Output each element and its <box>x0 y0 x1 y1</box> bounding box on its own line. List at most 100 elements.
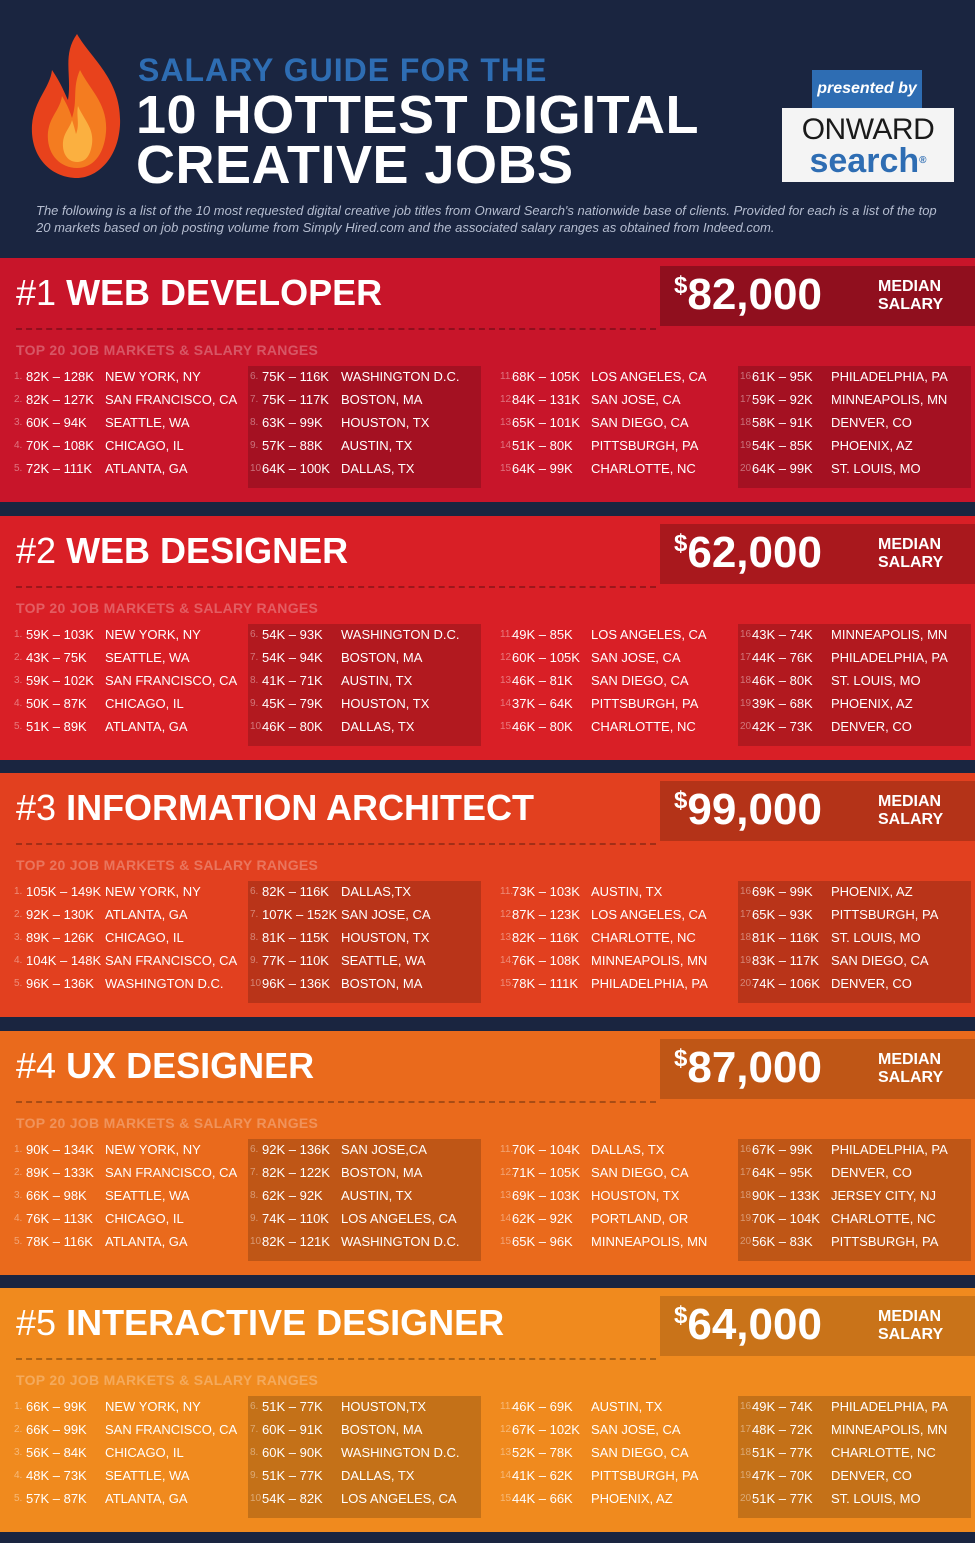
divider <box>16 1101 656 1103</box>
onward-search-logo[interactable]: ONWARD search® <box>782 108 954 182</box>
market-rank: 6. <box>250 629 259 640</box>
market-city: LOS ANGELES, CA <box>591 369 707 384</box>
job-title: #4 UX DESIGNER <box>16 1045 314 1087</box>
market-city: CHICAGO, IL <box>105 696 184 711</box>
salary-label: SALARY <box>878 554 944 571</box>
markets-column: 11. 46K – 69K AUSTIN, TX 12. 67K – 102K SAN J… <box>498 1396 731 1518</box>
salary-range: 42K – 73K <box>752 719 813 734</box>
market-city: PHILADELPHIA, PA <box>591 976 708 991</box>
median-salary-value: 82,000 <box>687 270 822 319</box>
markets-column: 1. 105K – 149K NEW YORK, NY 2. 92K – 130K ATL… <box>12 881 245 1003</box>
market-rank: 8. <box>250 1447 259 1458</box>
job-title: #2 WEB DESIGNER <box>16 530 348 572</box>
market-city: AUSTIN, TX <box>591 884 663 899</box>
title-line-2: CREATIVE JOBS <box>136 135 574 195</box>
markets-column: 6. 92K – 136K SAN JOSE,CA 7. 82K – 122K BOSTO… <box>248 1139 481 1261</box>
market-city: AUSTIN, TX <box>591 1399 663 1414</box>
salary-range: 70K – 104K <box>512 1142 580 1157</box>
salary-range: 87K – 123K <box>512 907 580 922</box>
market-city: PITTSBURGH, PA <box>591 438 699 453</box>
salary-range: 56K – 84K <box>26 1445 87 1460</box>
market-city: SAN JOSE, CA <box>591 650 681 665</box>
market-rank: 8. <box>250 1190 259 1201</box>
market-city: ATLANTA, GA <box>105 461 188 476</box>
market-rank: 2. <box>14 1424 23 1435</box>
market-city: SAN FRANCISCO, CA <box>105 673 238 688</box>
salary-range: 78K – 116K <box>26 1234 93 1249</box>
salary-range: 96K – 136K <box>262 976 330 991</box>
market-city: SAN JOSE, CA <box>341 907 431 922</box>
market-city: MINNEAPOLIS, MN <box>831 627 948 642</box>
market-city: HOUSTON, TX <box>591 1188 680 1203</box>
salary-range: 81K – 115K <box>262 930 329 945</box>
salary-range: 46K – 69K <box>512 1399 573 1414</box>
market-city: SAN FRANCISCO, CA <box>105 953 238 968</box>
salary-range: 46K – 81K <box>512 673 573 688</box>
salary-range: 82K – 122K <box>262 1165 330 1180</box>
markets-column: 16. 69K – 99K PHOENIX, AZ 17. 65K – 93K PITTS… <box>738 881 971 1003</box>
market-city: ATLANTA, GA <box>105 907 188 922</box>
markets-column: 11. 73K – 103K AUSTIN, TX 12. 87K – 123K LOS … <box>498 881 731 1003</box>
salary-range: 67K – 99K <box>752 1142 813 1157</box>
logo-word-1: ONWARD <box>801 113 935 146</box>
divider <box>16 586 656 588</box>
market-city: LOS ANGELES, CA <box>591 907 707 922</box>
market-city: CHARLOTTE, NC <box>591 930 696 945</box>
salary-range: 74K – 106K <box>752 976 820 991</box>
market-city: SAN DIEGO, CA <box>831 953 929 968</box>
median-label: MEDIAN <box>878 278 942 295</box>
divider <box>16 843 656 845</box>
salary-range: 67K – 102K <box>512 1422 580 1437</box>
job-section: #1 WEB DEVELOPER $82,000 MEDIAN SALARY TOP 2… <box>0 258 975 502</box>
market-rank: 3. <box>14 675 23 686</box>
salary-range: 59K – 103K <box>26 627 94 642</box>
logo-word-2: search® <box>809 142 927 180</box>
salary-range: 70K – 104K <box>752 1211 820 1226</box>
market-city: NEW YORK, NY <box>105 1399 201 1414</box>
market-city: DALLAS, TX <box>591 1142 665 1157</box>
salary-range: 41K – 71K <box>262 673 323 688</box>
salary-range: 58K – 91K <box>752 415 813 430</box>
job-rank: #5 <box>16 1302 57 1343</box>
market-city: HOUSTON, TX <box>341 930 430 945</box>
salary-range: 54K – 93K <box>262 627 323 642</box>
market-city: MINNEAPOLIS, MN <box>591 1234 708 1249</box>
market-rank: 3. <box>14 1447 23 1458</box>
market-city: LOS ANGELES, CA <box>591 627 707 642</box>
header: SALARY GUIDE FOR THE 10 HOTTEST DIGITAL … <box>0 0 975 258</box>
market-city: BOSTON, MA <box>341 1165 423 1180</box>
salary-range: 48K – 72K <box>752 1422 813 1437</box>
salary-range: 64K – 99K <box>512 461 573 476</box>
market-rank: 5. <box>14 463 23 474</box>
market-city: SAN FRANCISCO, CA <box>105 1422 238 1437</box>
salary-label: SALARY <box>878 811 944 828</box>
market-city: BOSTON, MA <box>341 976 423 991</box>
median-salary: $64,000 <box>674 1300 822 1350</box>
market-rank: 8. <box>250 417 259 428</box>
salary-range: 82K – 116K <box>512 930 579 945</box>
salary-range: 59K – 102K <box>26 673 94 688</box>
job-title-text: UX DESIGNER <box>66 1045 315 1086</box>
market-city: SEATTLE, WA <box>105 1188 190 1203</box>
market-city: SEATTLE, WA <box>105 1468 190 1483</box>
market-rank: 7. <box>250 652 259 663</box>
markets-header: TOP 20 JOB MARKETS & SALARY RANGES <box>16 1115 319 1131</box>
salary-range: 90K – 133K <box>752 1188 820 1203</box>
market-city: MINNEAPOLIS, MN <box>831 1422 948 1437</box>
market-rank: 5. <box>14 721 23 732</box>
salary-range: 49K – 74K <box>752 1399 813 1414</box>
market-rank: 3. <box>14 417 23 428</box>
salary-range: 62K – 92K <box>512 1211 573 1226</box>
market-city: PHILADELPHIA, PA <box>831 650 948 665</box>
market-city: DENVER, CO <box>831 976 912 991</box>
market-city: SEATTLE, WA <box>105 415 190 430</box>
salary-range: 46K – 80K <box>752 673 813 688</box>
salary-range: 82K – 121K <box>262 1234 330 1249</box>
market-rank: 2. <box>14 909 23 920</box>
market-rank: 8. <box>250 675 259 686</box>
market-rank: 1. <box>14 1401 23 1412</box>
market-city: BOSTON, MA <box>341 1422 423 1437</box>
intro-text: The following is a list of the 10 most r… <box>36 203 937 235</box>
salary-range: 51K – 89K <box>26 719 87 734</box>
salary-range: 51K – 77K <box>752 1491 813 1506</box>
